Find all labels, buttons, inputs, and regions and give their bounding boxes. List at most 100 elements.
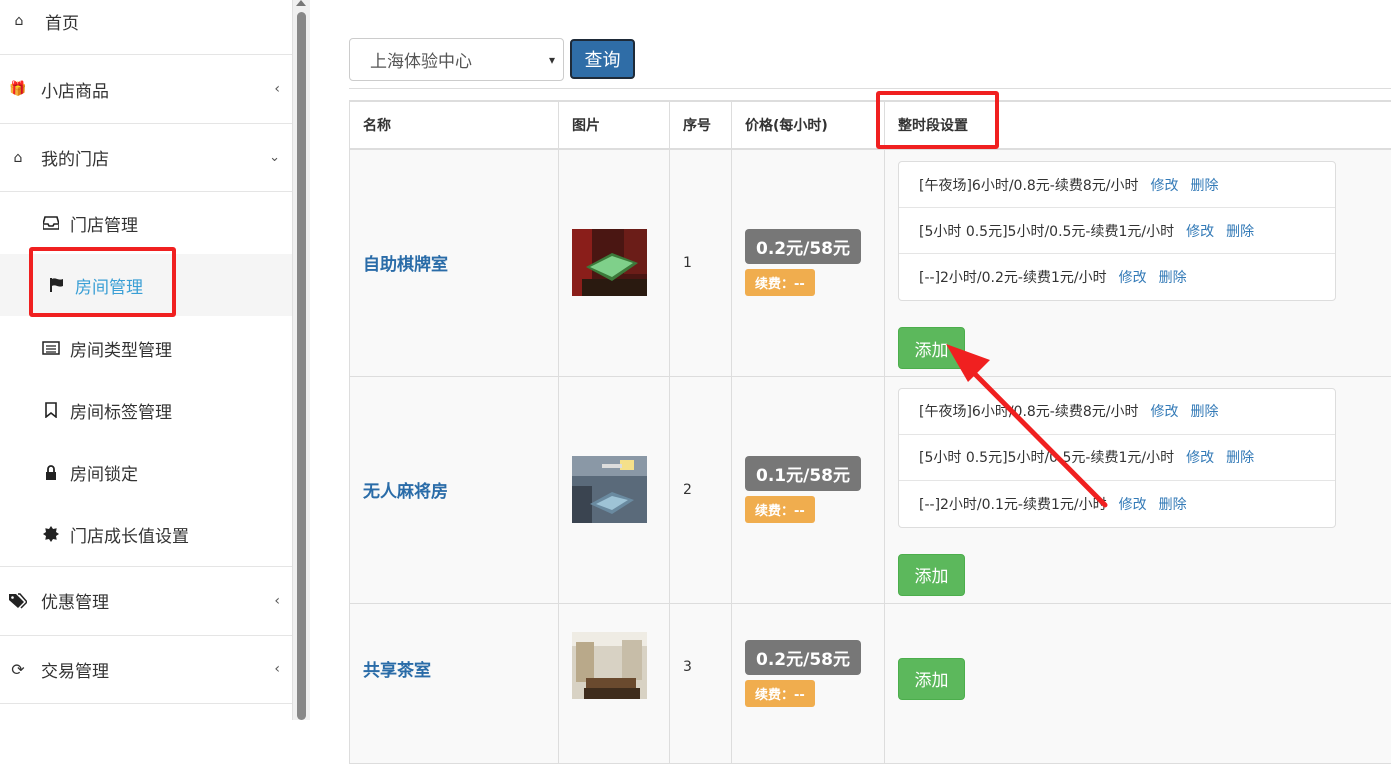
lock-icon [42,463,60,481]
sidebar-item-label: 门店成长值设置 [70,522,189,547]
store-select[interactable]: 上海体验中心 ▾ [349,38,564,81]
sidebar: ⌂ 首页 🎁 小店商品 ‹ ⌂ 我的门店 ⌄ 门店管理 房间管理 房间类型管理 [0,0,292,720]
delete-link[interactable]: 删除 [1226,447,1254,467]
delete-link[interactable]: 删除 [1226,221,1254,241]
annotation-highlight-box [876,91,999,149]
room-name-cell: 共享茶室 [350,603,559,763]
nav-my-store[interactable]: ⌂ 我的门店 ⌄ [0,124,292,191]
inbox-icon [42,214,60,232]
edit-link[interactable]: 修改 [1186,447,1214,467]
chevron-down-icon: ▾ [549,53,555,67]
edit-link[interactable]: 修改 [1119,267,1147,287]
annotation-arrow-icon [930,330,1130,520]
chevron-left-icon: ‹ [274,81,280,97]
sidebar-item-room-type[interactable]: 房间类型管理 [0,317,292,379]
sidebar-item-store-manage[interactable]: 门店管理 [0,192,292,254]
delete-link[interactable]: 删除 [1191,401,1219,421]
nav-discount-label: 优惠管理 [41,588,109,613]
nav-trade[interactable]: ⟳ 交易管理 ‹ [0,636,292,702]
nav-shop-goods-label: 小店商品 [41,77,109,102]
list-item: [--]2小时/0.2元-续费1元/小时 修改 删除 [899,254,1335,300]
nav-trade-label: 交易管理 [41,657,109,682]
chevron-down-icon: ⌄ [269,150,280,165]
sidebar-item-room-tag[interactable]: 房间标签管理 [0,379,292,441]
bookmark-icon [42,401,60,419]
edit-link[interactable]: 修改 [1151,175,1179,195]
chevron-left-icon: ‹ [274,661,280,677]
query-button[interactable]: 查询 [570,39,635,79]
price-badge: 0.1元/58元 [745,456,861,491]
sidebar-item-label: 房间类型管理 [70,336,172,361]
list-item: [5小时 0.5元]5小时/0.5元-续费1元/小时 修改 删除 [899,208,1335,254]
nav-home[interactable]: ⌂ 首页 [0,0,292,42]
seq-cell: 1 [670,149,732,376]
renew-badge: 续费：-- [745,496,815,523]
room-table: 名称 图片 序号 价格(每小时) 整时段设置 自助棋牌室 1 [349,100,1391,764]
slot-list: [午夜场]6小时/0.8元-续费8元/小时 修改 删除 [5小时 0.5元]5小… [898,161,1336,301]
chevron-left-icon: ‹ [274,593,280,609]
room-name-cell: 无人麻将房 [350,376,559,603]
room-thumbnail [572,229,647,296]
divider [349,88,1391,89]
table-row: 无人麻将房 2 0.1元/58元 续费：-- [350,376,1391,603]
price-badge: 0.2元/58元 [745,640,861,675]
price-cell: 0.2元/58元 续费：-- [732,603,885,763]
price-badge: 0.2元/58元 [745,229,861,264]
edit-link[interactable]: 修改 [1151,401,1179,421]
room-image-cell [559,149,670,376]
slot-text: [--]2小时/0.2元-续费1元/小时 [919,267,1107,287]
table-header-row: 名称 图片 序号 价格(每小时) 整时段设置 [350,101,1391,149]
delete-link[interactable]: 删除 [1159,267,1187,287]
room-thumbnail [572,632,647,699]
sidebar-item-label: 房间标签管理 [70,398,172,423]
room-image-cell [559,603,670,763]
room-name-link[interactable]: 无人麻将房 [363,482,448,502]
sidebar-item-room-lock[interactable]: 房间锁定 [0,441,292,503]
renew-badge: 续费：-- [745,680,815,707]
seq-cell: 2 [670,376,732,603]
delete-link[interactable]: 删除 [1191,175,1219,195]
room-image-cell [559,376,670,603]
col-header-image: 图片 [559,101,670,149]
gift-icon: 🎁 [9,80,27,98]
table-row: 自助棋牌室 1 0.2元/58元 续费：-- [午夜场 [350,149,1391,376]
table-row: 共享茶室 3 0.2元/58元 续费：-- 添加 [350,603,1391,763]
refresh-icon: ⟳ [9,660,27,678]
delete-link[interactable]: 删除 [1159,494,1187,514]
price-cell: 0.2元/58元 续费：-- [732,149,885,376]
annotation-highlight-box [29,247,176,317]
add-button[interactable]: 添加 [898,554,965,596]
tags-icon [9,592,27,610]
col-header-name: 名称 [350,101,559,149]
room-name-cell: 自助棋牌室 [350,149,559,376]
slot-setting-cell: 添加 [885,603,1391,763]
add-button[interactable]: 添加 [898,658,965,700]
nav-home-label: 首页 [45,9,79,34]
home-icon: ⌂ [9,149,27,167]
price-cell: 0.1元/58元 续费：-- [732,376,885,603]
home-icon: ⌂ [10,12,28,30]
slot-text: [午夜场]6小时/0.8元-续费8元/小时 [919,175,1139,195]
nav-my-store-label: 我的门店 [41,145,109,170]
sidebar-item-label: 门店管理 [70,211,138,236]
edit-link[interactable]: 修改 [1186,221,1214,241]
col-header-seq: 序号 [670,101,732,149]
room-name-link[interactable]: 共享茶室 [363,661,431,681]
divider [0,703,292,704]
seq-cell: 3 [670,603,732,763]
list-icon [42,339,60,357]
nav-shop-goods[interactable]: 🎁 小店商品 ‹ [0,55,292,123]
nav-discount[interactable]: 优惠管理 ‹ [0,567,292,634]
certificate-icon [42,525,60,543]
sidebar-item-label: 房间锁定 [70,460,138,485]
sidebar-item-growth-setting[interactable]: 门店成长值设置 [0,503,292,565]
list-item: [午夜场]6小时/0.8元-续费8元/小时 修改 删除 [899,162,1335,208]
slot-text: [5小时 0.5元]5小时/0.5元-续费1元/小时 [919,221,1174,241]
sidebar-scrollbar-thumb[interactable] [297,12,306,720]
room-thumbnail [572,456,647,523]
renew-badge: 续费：-- [745,269,815,296]
scroll-up-arrow-icon[interactable] [296,0,306,6]
store-select-value: 上海体验中心 [370,47,472,72]
room-name-link[interactable]: 自助棋牌室 [363,255,448,275]
col-header-price: 价格(每小时) [732,101,885,149]
